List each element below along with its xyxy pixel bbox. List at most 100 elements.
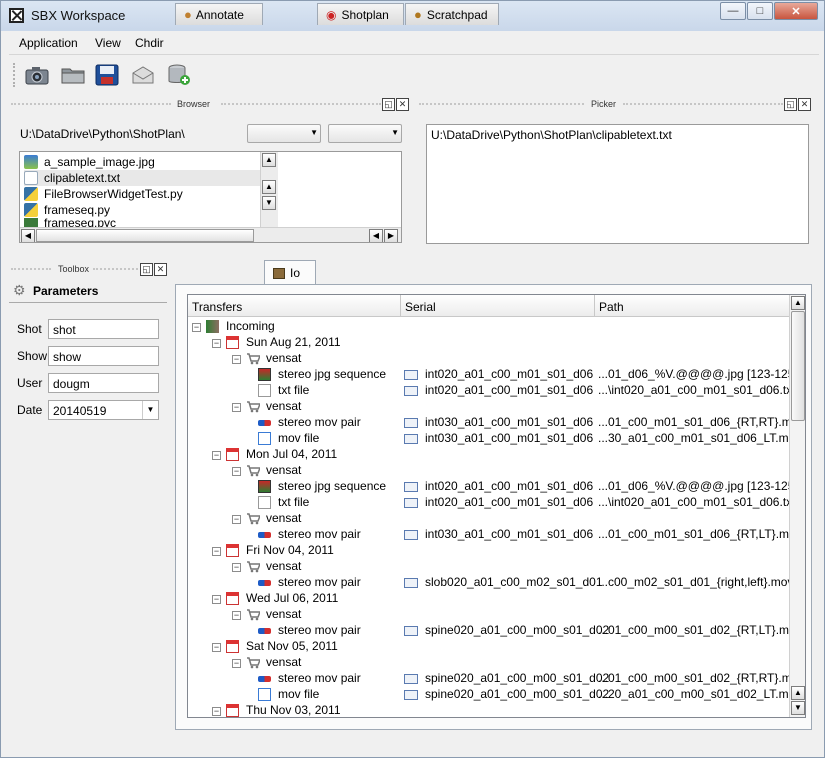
tree-item-row[interactable]: txt file int020_a01_c00_m01_s01_d06 ...\in… <box>188 383 795 399</box>
collapse-toggle[interactable]: − <box>192 323 201 332</box>
list-item[interactable]: frameseq.py <box>24 202 110 218</box>
collapse-toggle[interactable]: − <box>212 547 221 556</box>
close-button[interactable]: ✕ <box>774 2 818 20</box>
collapse-toggle[interactable]: − <box>232 563 241 572</box>
shot-input[interactable]: shot <box>48 319 159 339</box>
date-picker[interactable]: 20140519 ▼ <box>48 400 159 420</box>
serial-id-icon <box>404 578 418 588</box>
tree-date-row[interactable]: − Wed Jul 06, 2011 <box>188 591 788 607</box>
file-list-hscrollbar[interactable]: ◀ ◀ ▶ <box>20 227 401 242</box>
scroll-right-button[interactable]: ▶ <box>384 229 398 242</box>
collapse-toggle[interactable]: − <box>232 403 241 412</box>
list-item-selected[interactable]: clipabletext.txt <box>24 170 264 186</box>
tree-item-row[interactable]: stereo mov pair int030_a01_c00_m01_s01_d0… <box>188 527 802 543</box>
tree-vendor-row[interactable]: − vensat <box>188 559 788 575</box>
camera-icon[interactable] <box>23 61 51 89</box>
tree-item-row[interactable]: stereo mov pair spine020_a01_c00_m00_s01_… <box>188 623 802 639</box>
folder-inbox-icon <box>206 320 219 333</box>
toolbox-close-button[interactable]: ✕ <box>154 263 167 276</box>
save-icon[interactable] <box>93 61 121 89</box>
browser-sort-combo[interactable]: ▼ <box>328 124 402 143</box>
tree-item-row[interactable]: stereo mov pair slob020_a01_c00_m02_s01_d… <box>188 575 793 591</box>
browser-path[interactable]: U:\DataDrive\Python\ShotPlan\ <box>17 125 239 144</box>
serial-value: int030_a01_c00_m01_s01_d06 <box>425 527 594 541</box>
parameters-section[interactable]: ⚙ Parameters <box>9 279 167 303</box>
picker-close-button[interactable]: ✕ <box>798 98 811 111</box>
tree-date-row[interactable]: − Thu Nov 03, 2011 <box>188 703 788 717</box>
file-list-vscrollbar[interactable]: ▲ ▲ ▼ <box>260 152 278 228</box>
database-add-icon[interactable] <box>165 61 193 89</box>
scroll-up-button[interactable]: ▲ <box>791 296 805 310</box>
scroll-thumb[interactable] <box>791 311 805 421</box>
collapse-toggle[interactable]: − <box>212 707 221 716</box>
calendar-icon <box>226 640 239 653</box>
tree-vscrollbar[interactable]: ▲ ▲ ▼ <box>789 295 805 717</box>
list-item[interactable]: FileBrowserWidgetTest.py <box>24 186 183 202</box>
tree-vendor-row[interactable]: − vensat <box>188 655 788 671</box>
tree-date-row[interactable]: − Mon Jul 04, 2011 <box>188 447 788 463</box>
scroll-thumb[interactable] <box>36 229 254 242</box>
collapse-toggle[interactable]: − <box>212 595 221 604</box>
collapse-toggle[interactable]: − <box>232 467 241 476</box>
envelope-icon[interactable] <box>129 61 157 89</box>
gear-icon: ⚙ <box>13 282 26 298</box>
collapse-toggle[interactable]: − <box>212 339 221 348</box>
tree-date-row[interactable]: − Sun Aug 21, 2011 <box>188 335 788 351</box>
tree-root-row[interactable]: − Incoming <box>188 319 788 335</box>
scroll-left-button[interactable]: ◀ <box>21 229 35 242</box>
menu-application[interactable]: Application <box>19 36 78 50</box>
scroll-up-button[interactable]: ▲ <box>262 153 276 167</box>
scroll-down-button[interactable]: ▼ <box>262 196 276 210</box>
tree-date-row[interactable]: − Sat Nov 05, 2011 <box>188 639 788 655</box>
column-header-transfers[interactable]: Transfers <box>188 295 401 317</box>
collapse-toggle[interactable]: − <box>212 643 221 652</box>
tab-io[interactable]: Io <box>264 260 316 285</box>
film-strip-icon <box>258 480 271 493</box>
tree-item-row[interactable]: stereo jpg sequence int020_a01_c00_m01_s0… <box>188 367 798 383</box>
column-header-path[interactable]: Path <box>595 295 791 317</box>
picker-text-area[interactable]: U:\DataDrive\Python\ShotPlan\clipabletex… <box>426 124 809 244</box>
scroll-up-button[interactable]: ▲ <box>262 180 276 194</box>
tree-item-row[interactable]: stereo mov pair spine020_a01_c00_m00_s01_… <box>188 671 804 687</box>
user-input[interactable]: dougm <box>48 373 159 393</box>
toolbox-float-button[interactable]: ◱ <box>140 263 153 276</box>
tree-vendor-row[interactable]: − vensat <box>188 351 788 367</box>
menu-view[interactable]: View <box>95 36 121 50</box>
column-header-serial[interactable]: Serial <box>401 295 595 317</box>
list-item[interactable]: a_sample_image.jpg <box>24 154 155 170</box>
collapse-toggle[interactable]: − <box>232 515 241 524</box>
shot-label: Shot <box>17 322 42 336</box>
scroll-up-button[interactable]: ▲ <box>791 686 805 700</box>
tree-item-row[interactable]: stereo mov pair int030_a01_c00_m01_s01_d0… <box>188 415 804 431</box>
text-file-icon <box>24 171 38 185</box>
tab-scratchpad[interactable]: ● Scratchpad <box>405 3 499 25</box>
scroll-left-button[interactable]: ◀ <box>369 229 383 242</box>
tree-item-row[interactable]: txt file int020_a01_c00_m01_s01_d06 ...\in… <box>188 495 795 511</box>
browser-filter-combo[interactable]: ▼ <box>247 124 321 143</box>
tree-vendor-row[interactable]: − vensat <box>188 511 788 527</box>
chevron-down-icon[interactable]: ▼ <box>142 401 158 419</box>
tree-item-row[interactable]: mov file int030_a01_c00_m01_s01_d06 ...30_… <box>188 431 801 447</box>
minimize-button[interactable]: — <box>720 2 746 20</box>
collapse-toggle[interactable]: − <box>212 451 221 460</box>
browser-float-button[interactable]: ◱ <box>382 98 395 111</box>
tree-date-row[interactable]: − Fri Nov 04, 2011 <box>188 543 788 559</box>
tab-shotplan[interactable]: ◉ Shotplan <box>317 3 404 25</box>
collapse-toggle[interactable]: − <box>232 659 241 668</box>
menu-chdir[interactable]: Chdir <box>135 36 164 50</box>
browser-close-button[interactable]: ✕ <box>396 98 409 111</box>
toolbar-grip[interactable] <box>13 63 16 87</box>
collapse-toggle[interactable]: − <box>232 355 241 364</box>
scroll-down-button[interactable]: ▼ <box>791 701 805 715</box>
tab-annotate[interactable]: ● Annotate <box>175 3 263 25</box>
tree-vendor-row[interactable]: − vensat <box>188 399 788 415</box>
tree-item-row[interactable]: mov file spine020_a01_c00_m00_s01_d02 ...2… <box>188 687 801 703</box>
collapse-toggle[interactable]: − <box>232 611 241 620</box>
tree-vendor-row[interactable]: − vensat <box>188 463 788 479</box>
tree-item-row[interactable]: stereo jpg sequence int020_a01_c00_m01_s0… <box>188 479 798 495</box>
show-input[interactable]: show <box>48 346 159 366</box>
picker-float-button[interactable]: ◱ <box>784 98 797 111</box>
tree-vendor-row[interactable]: − vensat <box>188 607 788 623</box>
folder-icon[interactable] <box>59 61 87 89</box>
maximize-button[interactable]: □ <box>747 2 773 20</box>
